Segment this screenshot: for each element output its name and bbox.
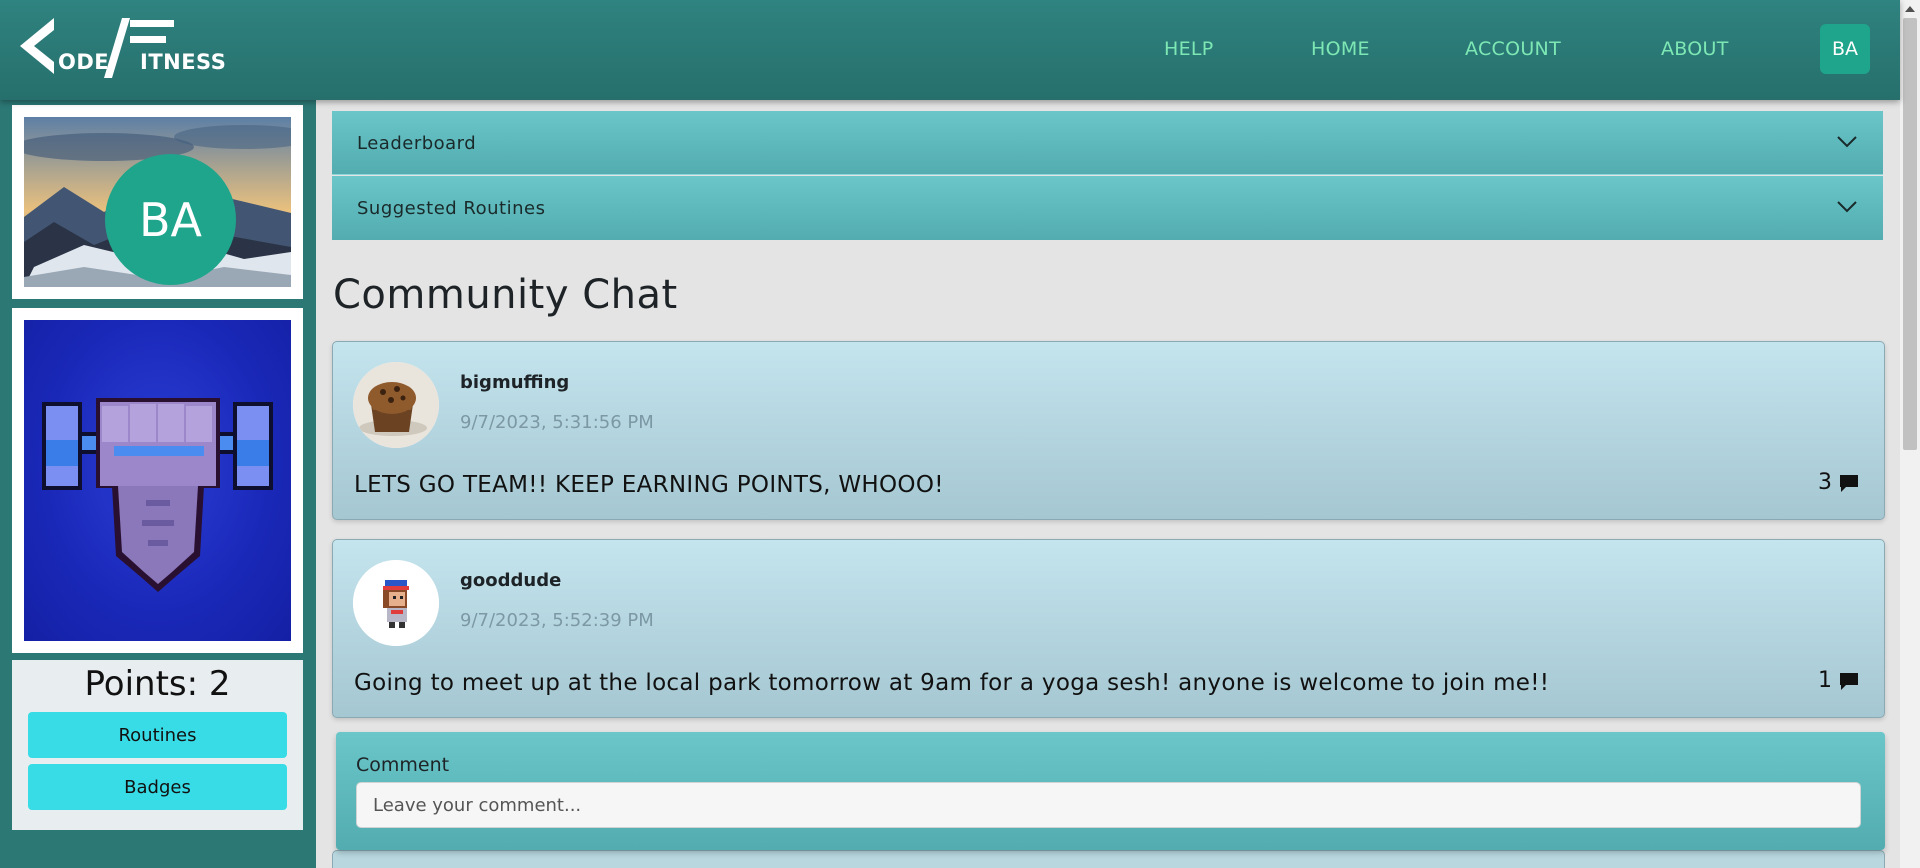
comment-input[interactable]	[356, 782, 1861, 828]
post-timestamp: 9/7/2023, 5:52:39 PM	[460, 610, 654, 631]
fist-dumbbell-badge-image	[24, 320, 291, 641]
profile-avatar: BA	[105, 154, 236, 285]
points-panel: Points: 2 Routines Badges	[12, 660, 303, 830]
routines-button[interactable]: Routines	[28, 712, 287, 758]
badge-card	[12, 308, 303, 653]
chat-post: gooddude 9/7/2023, 5:52:39 PM Going to m…	[332, 539, 1885, 718]
user-avatar	[353, 560, 439, 646]
comment-count: 1	[1818, 668, 1832, 693]
community-chat-title: Community Chat	[333, 272, 678, 318]
post-message: LETS GO TEAM!! KEEP EARNING POINTS, WHOO…	[354, 472, 944, 498]
page-scrollbar[interactable]	[1900, 0, 1920, 868]
comment-label: Comment	[356, 754, 450, 776]
comments-button[interactable]: 3	[1818, 470, 1860, 495]
comment-icon	[1840, 474, 1858, 492]
nav-home[interactable]: HOME	[1311, 38, 1370, 60]
leaderboard-accordion[interactable]: Leaderboard	[332, 111, 1883, 175]
nav-help[interactable]: HELP	[1164, 38, 1214, 60]
nav-account[interactable]: ACCOUNT	[1465, 38, 1561, 60]
sidebar: BA Points: 2 Routines Badges	[0, 100, 316, 868]
scroll-up-arrow-icon[interactable]	[1905, 6, 1915, 12]
suggested-routines-accordion[interactable]: Suggested Routines	[332, 176, 1883, 240]
chevron-down-icon	[1837, 136, 1857, 148]
comments-button[interactable]: 1	[1818, 668, 1860, 693]
chat-post: bigmuffing 9/7/2023, 5:31:56 PM LETS GO …	[332, 341, 1885, 520]
code-fitness-logo[interactable]: ODE ITNESS	[20, 18, 240, 82]
badges-button[interactable]: Badges	[28, 764, 287, 810]
post-username[interactable]: bigmuffing	[460, 372, 569, 393]
user-avatar-button[interactable]: BA	[1820, 24, 1870, 74]
logo-text-code: ODE	[58, 50, 110, 74]
top-navbar: ODE ITNESS HELP HOME ACCOUNT ABOUT BA	[0, 0, 1900, 100]
chevron-down-icon	[1837, 201, 1857, 213]
post-username[interactable]: gooddude	[460, 570, 561, 591]
comment-count: 3	[1818, 470, 1832, 495]
scrollbar-thumb[interactable]	[1903, 18, 1917, 450]
profile-card: BA	[12, 105, 303, 299]
post-message: Going to meet up at the local park tomor…	[354, 670, 1550, 696]
user-avatar	[353, 362, 439, 448]
profile-banner-image: BA	[24, 117, 291, 287]
comment-form: Comment	[336, 732, 1885, 850]
accordion-title: Leaderboard	[357, 133, 477, 154]
logo-text-fitness: ITNESS	[140, 50, 227, 74]
chat-post-partial	[332, 850, 1885, 868]
comment-icon	[1840, 672, 1858, 690]
accordion-title: Suggested Routines	[357, 198, 546, 219]
points-label: Points: 2	[84, 664, 231, 704]
post-timestamp: 9/7/2023, 5:31:56 PM	[460, 412, 654, 433]
nav-about[interactable]: ABOUT	[1661, 38, 1729, 60]
